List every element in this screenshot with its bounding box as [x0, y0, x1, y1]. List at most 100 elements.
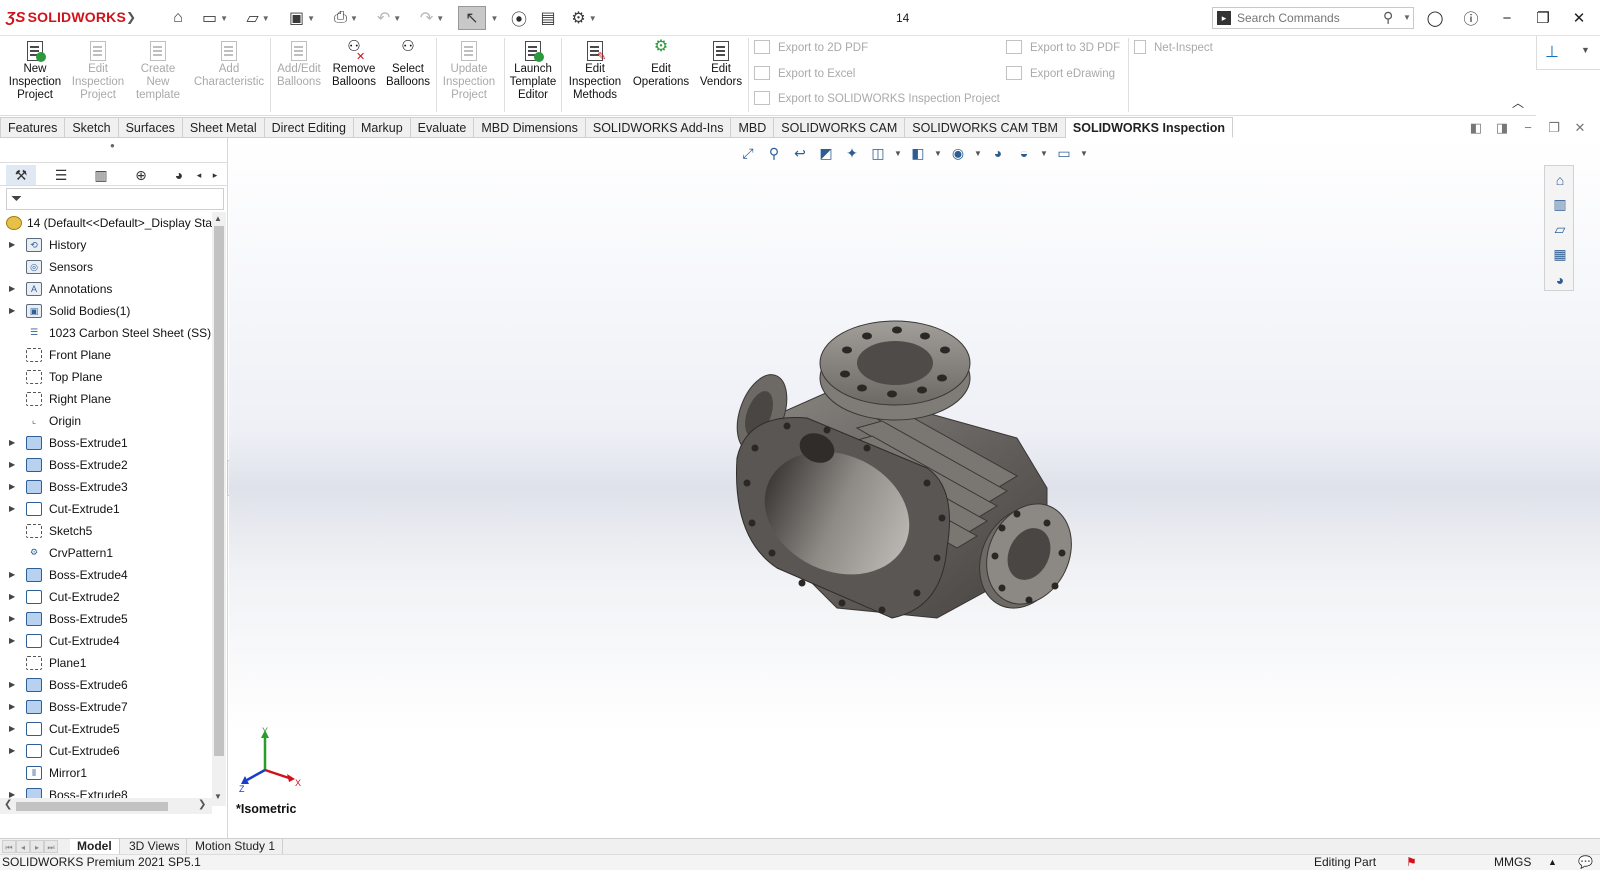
last-tab-icon[interactable]: ⏭: [44, 840, 58, 853]
tree-node-boss-extrude4[interactable]: ▶ Boss-Extrude4: [0, 564, 212, 586]
prev-tab-icon[interactable]: ◂: [16, 840, 30, 853]
tree-node-boss-extrude3[interactable]: ▶ Boss-Extrude3: [0, 476, 212, 498]
minimize-button[interactable]: −: [1494, 6, 1520, 30]
select-balloons-button[interactable]: ⚇ Select Balloons: [382, 39, 434, 89]
edit-appearance-icon[interactable]: ◕: [987, 142, 1009, 164]
tab-surfaces[interactable]: Surfaces: [118, 117, 183, 138]
scroll-up-icon[interactable]: ▲: [214, 214, 222, 223]
tree-root-part[interactable]: 14 (Default<<Default>_Display Sta: [0, 212, 212, 234]
expand-arrow-icon[interactable]: ▶: [9, 498, 15, 520]
solidworks-resources-icon[interactable]: ⌂: [1547, 168, 1573, 191]
open-button[interactable]: ▱ ▼: [240, 6, 276, 30]
expand-arrow-icon[interactable]: ▶: [9, 564, 15, 586]
close-button[interactable]: ✕: [1566, 6, 1592, 30]
home-icon[interactable]: ⌂: [166, 6, 190, 30]
redo-button[interactable]: ↷ ▼: [414, 6, 450, 30]
tree-node-boss-extrude7[interactable]: ▶ Boss-Extrude7: [0, 696, 212, 718]
tile-left-icon[interactable]: ◧: [1468, 120, 1484, 136]
tab-direct-editing[interactable]: Direct Editing: [264, 117, 354, 138]
tree-node-cut-extrude5[interactable]: ▶ Cut-Extrude5: [0, 718, 212, 740]
tab-mbd-dimensions[interactable]: MBD Dimensions: [474, 117, 586, 138]
tree-node-crvpattern1[interactable]: ⚙ CrvPattern1: [0, 542, 212, 564]
restore-button[interactable]: ❐: [1530, 6, 1556, 30]
chevron-down-icon[interactable]: ▼: [893, 142, 903, 164]
tree-node-boss-extrude1[interactable]: ▶ Boss-Extrude1: [0, 432, 212, 454]
edit-inspection-methods-button[interactable]: ✎ Edit Inspection Methods: [564, 40, 626, 102]
update-inspection-project-button[interactable]: Update Inspection Project: [438, 40, 500, 102]
property-manager-tab-icon[interactable]: ☰: [46, 165, 76, 185]
expand-arrow-icon[interactable]: ▶: [9, 586, 15, 608]
save-button[interactable]: ▣ ▼: [284, 6, 320, 30]
file-explorer-icon[interactable]: ▱: [1547, 218, 1573, 241]
export-edrawing-button[interactable]: Export eDrawing: [1006, 65, 1115, 83]
tab-markup[interactable]: Markup: [353, 117, 411, 138]
tree-node-boss-extrude2[interactable]: ▶ Boss-Extrude2: [0, 454, 212, 476]
expand-arrow-icon[interactable]: ▶: [9, 300, 15, 322]
tree-node-plane1[interactable]: Plane1: [0, 652, 212, 674]
tree-vertical-scrollbar[interactable]: ▲ ▼: [212, 212, 226, 806]
expand-arrow-icon[interactable]: ▶: [9, 630, 15, 652]
zoom-to-area-icon[interactable]: ⚲: [763, 142, 785, 164]
tree-node-origin[interactable]: ⌞ Origin: [0, 410, 212, 432]
minimize-document-icon[interactable]: −: [1520, 120, 1536, 136]
export-excel-button[interactable]: Export to Excel: [754, 65, 855, 83]
appearances-icon[interactable]: ◕: [1547, 268, 1573, 291]
export-2d-pdf-button[interactable]: Export to 2D PDF: [754, 39, 868, 57]
print-button[interactable]: ⎙ ▼: [328, 6, 364, 30]
tree-node-boss-extrude6[interactable]: ▶ Boss-Extrude6: [0, 674, 212, 696]
edit-inspection-project-button[interactable]: Edit Inspection Project: [66, 40, 130, 102]
scroll-right-icon[interactable]: ▸: [208, 165, 222, 185]
search-commands-box[interactable]: ▸ ⚲ ▼: [1212, 7, 1414, 29]
chevron-down-icon[interactable]: ▼: [436, 14, 444, 23]
tree-node-sensors[interactable]: ◎ Sensors: [0, 256, 212, 278]
file-properties-icon[interactable]: ▤: [536, 6, 560, 30]
menu-expand-arrow-icon[interactable]: ❯: [126, 10, 136, 24]
bottom-tab-model[interactable]: Model: [70, 839, 120, 855]
restore-document-icon[interactable]: ❐: [1546, 120, 1562, 136]
units-selector[interactable]: MMGS: [1494, 855, 1531, 870]
expand-arrow-icon[interactable]: ▶: [9, 718, 15, 740]
apply-scene-icon[interactable]: ◒: [1013, 142, 1035, 164]
select-dropdown[interactable]: ▼: [487, 6, 499, 30]
bottom-tab-3d-views[interactable]: 3D Views: [122, 839, 188, 855]
expand-arrow-icon[interactable]: ▶: [9, 674, 15, 696]
expand-arrow-icon[interactable]: ▶: [9, 278, 15, 300]
expand-arrow-icon[interactable]: ▶: [9, 696, 15, 718]
scroll-thumb[interactable]: [214, 226, 224, 756]
tab-mbd[interactable]: MBD: [731, 117, 775, 138]
tree-horizontal-scrollbar[interactable]: ❮ ❯: [0, 798, 212, 814]
new-document-button[interactable]: ▭ ▼: [198, 6, 232, 30]
close-document-icon[interactable]: ✕: [1572, 120, 1588, 136]
tab-solidworks-add-ins[interactable]: SOLIDWORKS Add-Ins: [585, 117, 732, 138]
first-tab-icon[interactable]: ⏮: [2, 840, 16, 853]
panel-grip-icon[interactable]: ●: [110, 141, 115, 150]
previous-view-icon[interactable]: ↩: [789, 142, 811, 164]
display-manager-tab-icon[interactable]: ◕: [164, 165, 194, 185]
remove-balloons-button[interactable]: ⚇ ✕ Remove Balloons: [328, 39, 380, 89]
scroll-left-icon[interactable]: ◂: [192, 165, 206, 185]
solidworks-logo[interactable]: ƷS SOLIDWORKS: [6, 9, 126, 26]
design-library-icon[interactable]: ▥: [1547, 193, 1573, 216]
expand-arrow-icon[interactable]: ▶: [9, 608, 15, 630]
tree-node-cut-extrude6[interactable]: ▶ Cut-Extrude6: [0, 740, 212, 762]
section-view-icon[interactable]: ◩: [815, 142, 837, 164]
scroll-left-icon[interactable]: ❮: [4, 799, 12, 810]
chevron-down-icon[interactable]: ▼: [350, 14, 358, 23]
edit-operations-button[interactable]: ⚙ Edit Operations: [630, 39, 692, 89]
tab-sheet-metal[interactable]: Sheet Metal: [182, 117, 265, 138]
feature-manager-tab-icon[interactable]: ⚒: [6, 165, 36, 185]
next-tab-icon[interactable]: ▸: [30, 840, 44, 853]
tree-node-sketch5[interactable]: Sketch5: [0, 520, 212, 542]
tab-sketch[interactable]: Sketch: [65, 117, 119, 138]
tree-filter[interactable]: ⏷: [6, 188, 224, 210]
net-inspect-button[interactable]: Net-Inspect: [1134, 39, 1213, 57]
select-button[interactable]: ↖: [458, 6, 486, 30]
tree-node-cut-extrude2[interactable]: ▶ Cut-Extrude2: [0, 586, 212, 608]
dynamic-annotation-icon[interactable]: ✦: [841, 142, 863, 164]
zoom-to-fit-icon[interactable]: ⤢: [737, 142, 759, 164]
tab-solidworks-inspection[interactable]: SOLIDWORKS Inspection: [1065, 117, 1233, 138]
undo-button[interactable]: ↶ ▼: [372, 6, 406, 30]
collapse-ribbon-icon[interactable]: ︿: [1512, 94, 1524, 111]
options-button[interactable]: ⚙ ▼: [566, 6, 602, 30]
chevron-up-icon[interactable]: ▲: [1548, 855, 1557, 870]
